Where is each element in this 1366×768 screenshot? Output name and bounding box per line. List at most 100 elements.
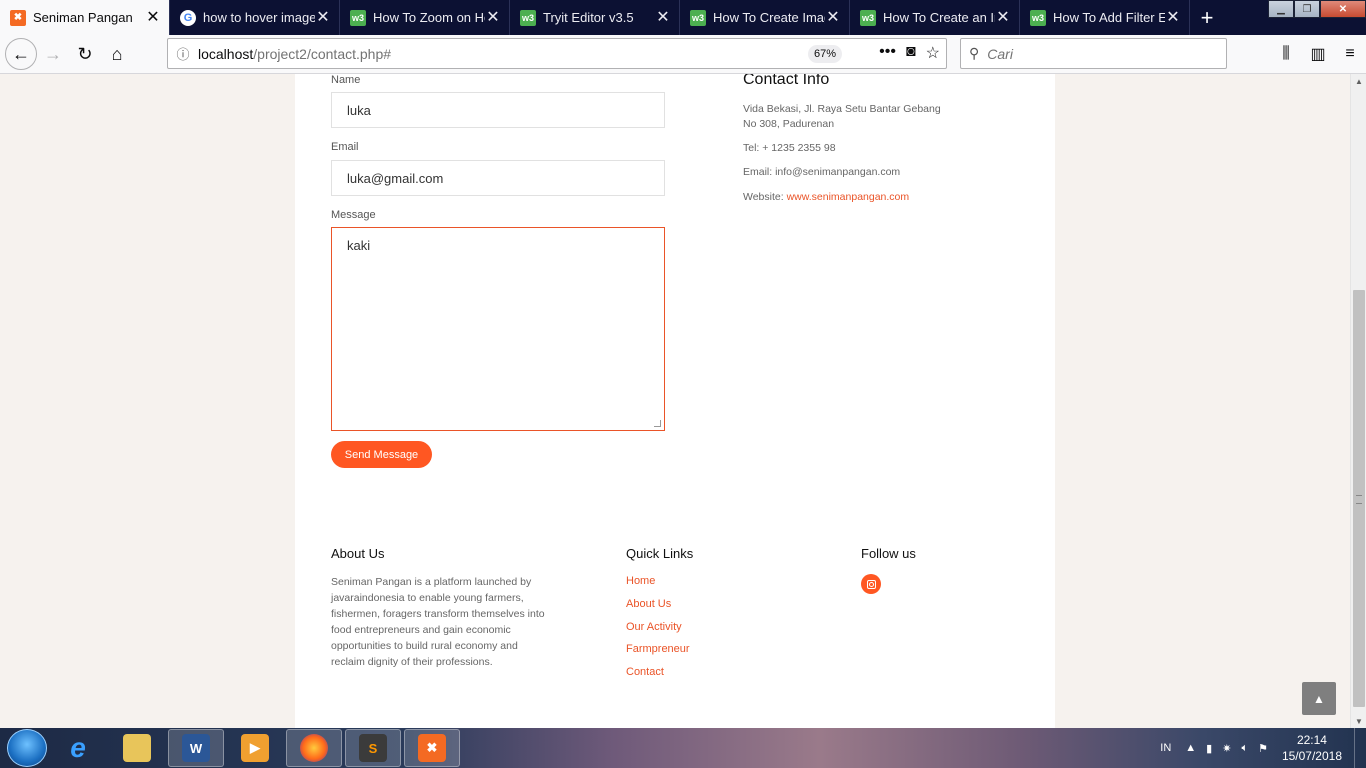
- tab-seniman-pangan[interactable]: ✖ Seniman Pangan ✕: [0, 0, 170, 35]
- zoom-indicator[interactable]: 67%: [808, 45, 843, 63]
- message-label: Message: [331, 209, 376, 221]
- about-us-heading: About Us: [331, 546, 385, 561]
- quick-link-farmpreneur[interactable]: Farmpreneur: [626, 643, 690, 655]
- email-field[interactable]: luka@gmail.com: [331, 160, 665, 196]
- quick-link-home[interactable]: Home: [626, 575, 655, 587]
- navigation-toolbar: ← → ↻ ⌂ ⓘ localhost/project2/contact.php…: [0, 35, 1366, 74]
- close-window-button[interactable]: ✕: [1320, 0, 1366, 18]
- tab-title: Tryit Editor v3.5: [543, 10, 634, 25]
- maximize-button[interactable]: ❐: [1294, 0, 1320, 18]
- contact-info-heading: Contact Info: [743, 74, 830, 88]
- tab-title: how to hover image: [203, 10, 315, 25]
- new-tab-button[interactable]: +: [1190, 0, 1224, 35]
- close-tab-icon[interactable]: ✕: [825, 9, 841, 26]
- message-text: kaki: [347, 238, 371, 253]
- tab-how-to-zoom[interactable]: w3 How To Zoom on Ho ✕: [340, 0, 510, 35]
- scroll-thumb[interactable]: [1353, 290, 1365, 707]
- tab-title: How To Zoom on Ho: [373, 10, 485, 25]
- sublime-text-taskbar-icon[interactable]: S: [345, 729, 401, 767]
- tab-how-to-hover-image[interactable]: G how to hover image ✕: [170, 0, 340, 35]
- word-taskbar-icon[interactable]: W: [168, 729, 224, 767]
- tab-title: Seniman Pangan: [33, 10, 133, 25]
- network-icon[interactable]: ✷: [1222, 742, 1231, 755]
- close-tab-icon[interactable]: ✕: [145, 9, 161, 26]
- address-line-2: No 308, Padurenan: [743, 118, 835, 130]
- name-field[interactable]: luka: [331, 92, 665, 128]
- close-tab-icon[interactable]: ✕: [1165, 9, 1181, 26]
- close-tab-icon[interactable]: ✕: [315, 9, 331, 26]
- about-us-text: Seniman Pangan is a platform launched by…: [331, 576, 545, 668]
- back-to-top-button[interactable]: ▲: [1302, 682, 1336, 715]
- start-button[interactable]: [7, 729, 47, 767]
- scroll-down-arrow-icon[interactable]: ▼: [1351, 714, 1366, 728]
- media-player-taskbar-icon[interactable]: ▶: [227, 729, 283, 767]
- w3schools-icon: w3: [690, 9, 706, 26]
- send-message-button[interactable]: Send Message: [331, 441, 432, 468]
- sidebar-icon[interactable]: ▥: [1302, 39, 1334, 69]
- show-desktop-button[interactable]: [1354, 728, 1366, 768]
- bookmark-star-icon[interactable]: ☆: [926, 43, 940, 63]
- minimize-button[interactable]: ▁: [1268, 0, 1294, 18]
- w3schools-icon: w3: [1030, 9, 1046, 26]
- forward-button[interactable]: →: [37, 38, 69, 70]
- quick-links-heading: Quick Links: [626, 546, 694, 561]
- windows-taskbar: e W ▶ S ✖ IN ▲ ▮ ✷ 🔈︎ ⚑ 22:14 15/07/2018: [0, 728, 1366, 768]
- clock-date: 15/07/2018: [1281, 749, 1342, 763]
- close-tab-icon[interactable]: ✕: [485, 9, 501, 26]
- search-input[interactable]: ⚲ Cari: [960, 38, 1227, 69]
- language-indicator[interactable]: IN: [1160, 742, 1171, 754]
- xampp-icon: ✖: [10, 9, 26, 26]
- content-container: Name luka Email luka@gmail.com Message k…: [295, 74, 1055, 728]
- window-controls: ▁ ❐ ✕: [1268, 0, 1366, 18]
- contact-tel: Tel: + 1235 2355 98: [743, 142, 836, 154]
- url-path: /project2/contact.php#: [253, 45, 392, 62]
- library-icon[interactable]: ⫼: [1270, 39, 1302, 69]
- website-label: Website:: [743, 191, 787, 203]
- quick-link-our-activity[interactable]: Our Activity: [626, 621, 682, 633]
- search-icon: ⚲: [969, 45, 980, 61]
- firefox-taskbar-icon[interactable]: [286, 729, 342, 767]
- page-scrollbar[interactable]: ▲ ▼: [1350, 74, 1366, 728]
- hamburger-menu-icon[interactable]: ≡: [1334, 39, 1366, 69]
- quick-link-about-us[interactable]: About Us: [626, 598, 671, 610]
- contact-email: Email: info@senimanpangan.com: [743, 166, 901, 178]
- reload-button[interactable]: ↻: [69, 38, 101, 70]
- action-center-flag-icon[interactable]: ⚑: [1258, 742, 1268, 755]
- website-link[interactable]: www.senimanpangan.com: [787, 191, 910, 203]
- pocket-icon[interactable]: ◙: [906, 43, 916, 63]
- quick-link-contact[interactable]: Contact: [626, 666, 664, 678]
- tab-tryit-editor[interactable]: w3 Tryit Editor v3.5 ✕: [510, 0, 680, 35]
- page-viewport: Name luka Email luka@gmail.com Message k…: [0, 74, 1350, 728]
- scroll-up-arrow-icon[interactable]: ▲: [1351, 74, 1366, 88]
- instagram-icon[interactable]: [861, 574, 881, 594]
- search-placeholder: Cari: [987, 45, 1013, 62]
- back-button[interactable]: ←: [5, 38, 37, 70]
- file-explorer-taskbar-icon[interactable]: [109, 729, 165, 767]
- close-tab-icon[interactable]: ✕: [655, 9, 671, 26]
- xampp-taskbar-icon[interactable]: ✖: [404, 729, 460, 767]
- w3schools-icon: w3: [350, 9, 366, 26]
- tab-title: How To Add Filter Ef: [1053, 10, 1165, 25]
- home-button[interactable]: ⌂: [101, 38, 133, 70]
- info-icon[interactable]: ⓘ: [168, 44, 198, 63]
- close-tab-icon[interactable]: ✕: [995, 9, 1011, 26]
- internet-explorer-taskbar-icon[interactable]: e: [50, 729, 106, 767]
- url-bar[interactable]: ⓘ localhost/project2/contact.php# 67% ••…: [167, 38, 947, 69]
- system-tray: IN ▲ ▮ ✷ 🔈︎ ⚑ 22:14 15/07/2018: [1160, 728, 1366, 768]
- volume-icon[interactable]: 🔈︎: [1241, 742, 1248, 755]
- page-actions-icon[interactable]: •••: [879, 43, 896, 63]
- email-label: Email: [331, 141, 359, 153]
- message-textarea[interactable]: kaki: [331, 227, 665, 431]
- battery-icon[interactable]: ▮: [1206, 742, 1212, 755]
- resize-handle[interactable]: [654, 420, 661, 427]
- tab-how-to-create-image[interactable]: w3 How To Create Imag ✕: [680, 0, 850, 35]
- tab-title: How To Create Imag: [713, 10, 825, 25]
- tab-strip: ✖ Seniman Pangan ✕ G how to hover image …: [0, 0, 1366, 35]
- clock-time: 22:14: [1296, 733, 1327, 747]
- url-host: localhost: [198, 45, 254, 62]
- w3schools-icon: w3: [860, 9, 876, 26]
- clock[interactable]: 22:14 15/07/2018: [1282, 732, 1342, 764]
- show-hidden-icons-icon[interactable]: ▲: [1185, 742, 1196, 754]
- tab-how-to-add-filter[interactable]: w3 How To Add Filter Ef ✕: [1020, 0, 1190, 35]
- tab-how-to-create-an-image[interactable]: w3 How To Create an Im ✕: [850, 0, 1020, 35]
